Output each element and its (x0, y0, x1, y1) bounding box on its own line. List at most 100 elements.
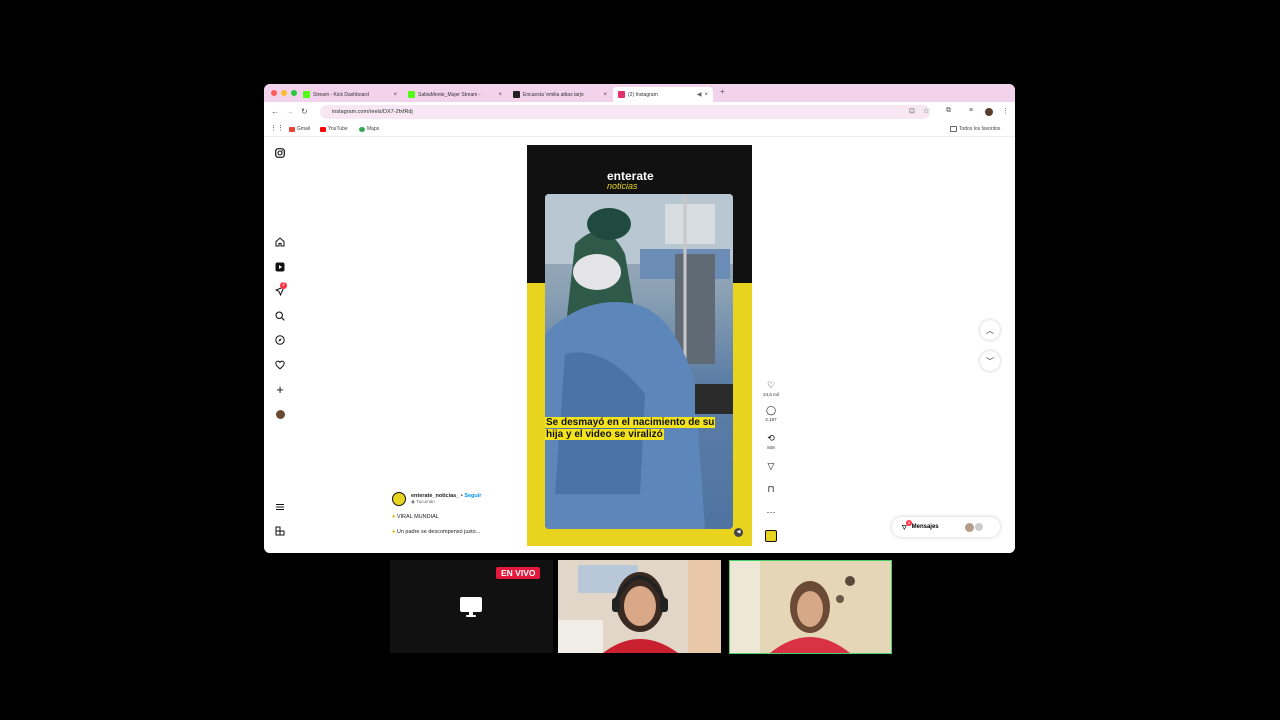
repost-button[interactable]: ⟲ 848 (762, 433, 780, 450)
profile-avatar[interactable] (274, 408, 286, 420)
instagram-icon (618, 91, 625, 98)
page-icon (513, 91, 520, 98)
reload-icon[interactable]: ↻ (301, 107, 308, 116)
repost-count: 848 (767, 445, 775, 450)
save-button[interactable]: ⊓ (762, 484, 780, 495)
gmail-icon (289, 126, 295, 132)
bookmark-label: Gmail (297, 126, 311, 132)
minimize-window-icon[interactable] (281, 90, 287, 96)
all-bookmarks[interactable]: Todos los favoritos (950, 126, 1000, 132)
comment-button[interactable]: ◯ 2.197 (762, 405, 780, 422)
media-controls-icon[interactable]: ≡ (969, 107, 973, 114)
contact-avatar (964, 522, 974, 532)
like-count: 24,6 mil (763, 392, 779, 397)
browser-window: Stream - Kick Dashboard × SabiaMente_Muj… (264, 84, 1015, 553)
also-from-meta-icon[interactable] (274, 525, 286, 537)
post-caption-line2[interactable]: Un padre se descompensó justo... (397, 529, 480, 535)
tab-title: (2) Instagram (628, 91, 658, 98)
mute-icon[interactable]: ◀ (734, 528, 743, 537)
maximize-window-icon[interactable] (291, 90, 297, 96)
speaker-video-tile[interactable] (729, 560, 892, 654)
profile-avatar-icon[interactable] (985, 108, 993, 116)
close-tab-icon[interactable]: × (393, 92, 397, 98)
notification-badge: 2 (280, 282, 287, 289)
like-button[interactable]: ♡ 24,6 mil (762, 380, 780, 397)
browser-tab[interactable]: SabiaMente_Mujer Stream - × (403, 87, 507, 102)
participant-video-tile[interactable] (558, 560, 721, 653)
messenger-icon: ▽ 2 (902, 519, 912, 531)
browser-tab[interactable]: Encuesta 'emilia attias tarjo × (508, 87, 612, 102)
url-text: instagram.com/reels/DX7-2fxfRdj (332, 109, 413, 115)
tab-title: Stream - Kick Dashboard (313, 91, 369, 98)
bookmark-gmail[interactable]: Gmail (289, 126, 310, 132)
bookmark-star-icon[interactable]: ☆ (923, 107, 929, 115)
share-icon: ▽ (767, 461, 775, 471)
youtube-icon (320, 126, 326, 132)
author-avatar[interactable] (392, 492, 406, 506)
back-icon[interactable]: ← (271, 107, 279, 116)
tab-title: SabiaMente_Mujer Stream - (418, 91, 481, 98)
messages-badge: 2 (906, 519, 912, 526)
close-tab-icon[interactable]: × (603, 92, 607, 98)
share-button[interactable]: ▽ (762, 461, 780, 472)
new-tab-button[interactable]: + (720, 87, 725, 96)
heart-icon: ♡ (766, 380, 776, 390)
address-bar[interactable]: instagram.com/reels/DX7-2fxfRdj (320, 105, 930, 119)
messages-button[interactable]: ▽ 2 Mensajes (892, 517, 1000, 537)
more-dots-icon: ⋯ (766, 507, 776, 517)
browser-tab[interactable]: Stream - Kick Dashboard × (298, 87, 402, 102)
apps-grid-icon[interactable]: ⋮⋮ (270, 124, 284, 132)
more-options-button[interactable]: ⋯ (762, 507, 780, 518)
folder-icon (950, 126, 957, 132)
repost-icon: ⟲ (767, 433, 775, 443)
home-icon[interactable] (274, 236, 286, 248)
contact-avatar (974, 523, 983, 531)
direct-messages-icon[interactable]: 2 (274, 282, 287, 297)
heart-icon[interactable] (274, 359, 286, 371)
screen-share-tile[interactable]: EN VIVO (390, 560, 553, 653)
search-icon[interactable] (274, 310, 286, 322)
chevron-up-icon: ︿ (986, 325, 994, 335)
messages-label: Mensajes (911, 524, 939, 530)
audio-button[interactable] (762, 530, 780, 544)
video-scene-image (545, 194, 733, 529)
menu-dots-icon[interactable]: ⋮ (1002, 107, 1009, 115)
post-info: enterate_noticias_ • Seguir ◉ Tucumán ● … (392, 492, 532, 535)
speaker-icon[interactable]: ◀ (697, 91, 702, 98)
bookmark-label: YouTube (328, 126, 348, 132)
instagram-logo-icon[interactable] (274, 147, 286, 159)
tab-bar: Stream - Kick Dashboard × SabiaMente_Muj… (264, 84, 1015, 102)
post-location[interactable]: Tucumán (416, 499, 435, 504)
browser-tab-active[interactable]: (2) Instagram ◀ × (613, 87, 713, 102)
extensions-icon[interactable]: ⧉ (946, 107, 951, 115)
brand-logo-bottom: noticias (607, 181, 638, 191)
close-tab-icon[interactable]: × (498, 92, 502, 98)
forward-icon[interactable]: → (286, 107, 294, 116)
live-badge: EN VIVO (496, 567, 541, 579)
create-icon[interactable]: + (274, 382, 286, 397)
follow-button[interactable]: Seguir (464, 493, 481, 499)
reel-video[interactable]: enterate noticias Se desmayó en el nacim… (527, 145, 752, 546)
kick-icon (303, 91, 310, 98)
more-menu-icon[interactable] (274, 501, 286, 513)
install-app-icon[interactable]: ⊡ (909, 107, 915, 115)
bookmark-label: Maps (367, 126, 380, 132)
bookmarks-bar: ⋮⋮ Gmail YouTube Maps Todos los favorito… (264, 122, 1015, 137)
bookmark-youtube[interactable]: YouTube (320, 126, 348, 132)
video-caption: Se desmayó en el nacimiento de su hija y… (545, 417, 733, 441)
next-reel-button[interactable]: ﹀ (980, 351, 1000, 371)
bookmark-label: Todos los favoritos (959, 126, 1001, 132)
monitor-icon (460, 597, 482, 617)
maps-icon (359, 126, 365, 132)
instagram-page: 2 + enterate noticias Se desmayó en el n… (264, 137, 1015, 553)
close-window-icon[interactable] (271, 90, 277, 96)
reels-icon[interactable] (274, 261, 286, 273)
previous-reel-button[interactable]: ︿ (980, 320, 1000, 340)
bookmark-maps[interactable]: Maps (359, 126, 379, 132)
video-frame[interactable]: Se desmayó en el nacimiento de su hija y… (545, 194, 733, 529)
close-tab-icon[interactable]: × (704, 92, 708, 98)
audio-thumbnail-icon (765, 530, 777, 542)
explore-icon[interactable] (274, 334, 286, 346)
bookmark-icon: ⊓ (767, 484, 775, 494)
tab-title: Encuesta 'emilia attias tarjo (523, 91, 584, 98)
